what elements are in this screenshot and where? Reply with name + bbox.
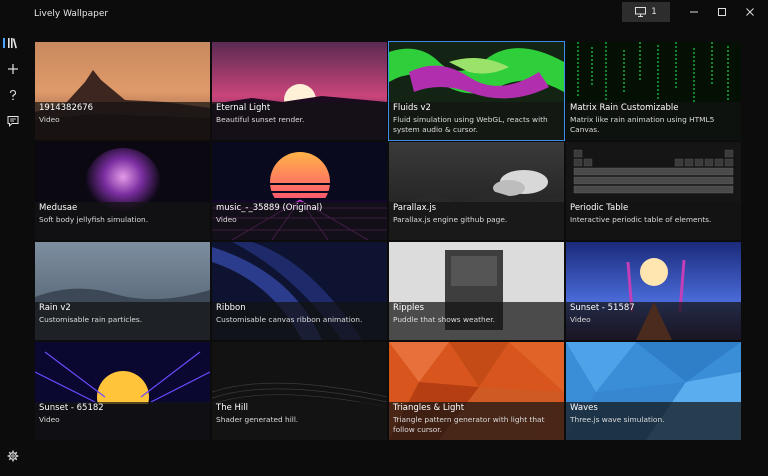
close-button[interactable] — [736, 2, 764, 22]
maximize-button[interactable] — [708, 2, 736, 22]
tile-title: Eternal Light — [216, 103, 271, 113]
wallpaper-tile[interactable]: Matrix Rain Customizable Matrix like rai… — [566, 42, 741, 140]
tile-title: Sunset - 65182 — [39, 403, 104, 413]
tile-title: Parallax.js — [393, 203, 437, 213]
wallpaper-tile[interactable]: Triangles & Light Triangle pattern gener… — [389, 342, 564, 440]
wallpaper-grid: 1914382676 Video Eternal Light Beautiful… — [35, 41, 741, 442]
minimize-icon — [690, 11, 698, 13]
wallpaper-tile[interactable]: Ripples Puddle that shows weather. — [389, 242, 564, 340]
tile-description: Beautiful sunset render. — [216, 115, 305, 124]
tile-description: Three.js wave simulation. — [570, 415, 665, 424]
tile-description: Matrix like rain animation using HTML5 C… — [570, 115, 715, 134]
tile-title: Sunset - 51587 — [570, 303, 635, 313]
sidebar-item-help[interactable] — [2, 84, 24, 106]
wallpaper-tile[interactable]: Ribbon Customisable canvas ribbon animat… — [212, 242, 387, 340]
sidebar-item-library[interactable] — [2, 32, 24, 54]
monitor-icon — [635, 7, 647, 17]
app-title: Lively Wallpaper — [34, 9, 109, 19]
wallpaper-tile[interactable]: 1914382676 Video — [35, 42, 210, 140]
tile-title: Triangles & Light — [393, 403, 465, 413]
tile-description: Video — [216, 215, 237, 224]
display-selector-button[interactable]: 1 — [622, 2, 670, 22]
tile-title: Waves — [570, 403, 598, 413]
wallpaper-tile[interactable]: Medusae Soft body jellyfish simulation. — [35, 142, 210, 240]
help-icon — [9, 89, 17, 101]
maximize-icon — [718, 8, 726, 16]
minimize-button[interactable] — [680, 2, 708, 22]
wallpaper-tile[interactable]: Waves Three.js wave simulation. — [566, 342, 741, 440]
display-number: 1 — [651, 7, 657, 17]
tile-title: Periodic Table — [570, 203, 629, 213]
tile-description: Interactive periodic table of elements. — [570, 215, 712, 224]
tile-title: Medusae — [39, 203, 78, 213]
library-icon — [8, 38, 17, 49]
tile-description: Customisable canvas ribbon animation. — [216, 315, 363, 324]
sidebar — [0, 30, 26, 476]
tile-description: Parallax.js engine github page. — [393, 215, 508, 224]
sidebar-item-settings[interactable] — [2, 445, 24, 467]
feedback-icon — [7, 116, 19, 127]
wallpaper-tile[interactable]: Eternal Light Beautiful sunset render. — [212, 42, 387, 140]
wallpaper-tile[interactable]: Rain v2 Customisable rain particles. — [35, 242, 210, 340]
app-window: Lively Wallpaper 1 1914382676 Video Eter… — [0, 0, 768, 476]
sidebar-item-feedback[interactable] — [2, 110, 24, 132]
wallpaper-tile[interactable]: The Hill Shader generated hill. — [212, 342, 387, 440]
gear-icon — [7, 450, 19, 462]
wallpaper-tile-selected[interactable]: Fluids v2 Fluid simulation using WebGL, … — [388, 41, 565, 141]
tile-title: Rain v2 — [39, 303, 71, 313]
tile-description: Triangle pattern generator with light th… — [393, 415, 545, 434]
close-icon — [746, 8, 754, 16]
tile-description: Fluid simulation using WebGL, reacts wit… — [393, 115, 548, 134]
wallpaper-tile[interactable]: Periodic Table Interactive periodic tabl… — [566, 142, 741, 240]
tile-title: Fluids v2 — [393, 103, 431, 113]
tile-title: music_-_35889 (Original) — [216, 203, 323, 213]
tile-description: Video — [39, 115, 60, 124]
wallpaper-tile[interactable]: music_-_35889 (Original) Video — [212, 142, 387, 240]
wallpaper-tile[interactable]: Sunset - 51587 Video — [566, 242, 741, 340]
active-indicator — [3, 38, 5, 48]
tile-description: Customisable rain particles. — [39, 315, 143, 324]
plus-icon — [8, 64, 18, 74]
tile-title: Ribbon — [216, 303, 246, 313]
tile-title: Ripples — [393, 303, 425, 313]
tile-description: Video — [570, 315, 591, 324]
window-bottom-edge — [0, 466, 768, 476]
tile-description: Shader generated hill. — [216, 415, 299, 424]
wallpaper-tile[interactable]: Sunset - 65182 Video — [35, 342, 210, 440]
tile-description: Puddle that shows weather. — [393, 315, 495, 324]
tile-title: Matrix Rain Customizable — [570, 103, 679, 113]
sidebar-item-add[interactable] — [2, 58, 24, 80]
tile-title: The Hill — [216, 403, 248, 413]
wallpaper-tile[interactable]: Parallax.js Parallax.js engine github pa… — [389, 142, 564, 240]
tile-description: Video — [39, 415, 60, 424]
tile-description: Soft body jellyfish simulation. — [39, 215, 149, 224]
tile-title: 1914382676 — [39, 103, 94, 113]
title-bar: Lively Wallpaper 1 — [0, 0, 768, 30]
